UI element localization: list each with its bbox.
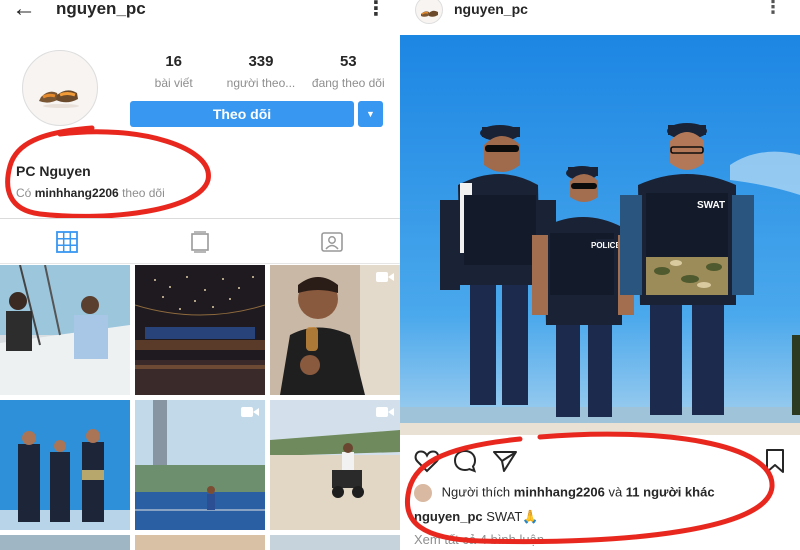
back-arrow-icon[interactable]: ← [12, 0, 36, 21]
grid-post-partial-2[interactable] [135, 535, 265, 550]
follow-button[interactable]: Theo dõi [130, 101, 354, 127]
likes-and: và [608, 484, 623, 500]
likes-prefix: Người thích [441, 484, 511, 500]
grid-post-swat[interactable] [0, 400, 130, 530]
profile-full-name: PC Nguyen [16, 163, 91, 179]
grid-post-partial-1[interactable] [0, 535, 130, 550]
likes-others[interactable]: 11 người khác [626, 484, 715, 499]
share-icon[interactable] [492, 448, 518, 474]
profile-avatar[interactable] [22, 50, 98, 126]
post-caption: nguyen_pc SWAT🙏 [414, 509, 539, 525]
posts-label: bài viết [154, 76, 193, 90]
swat-badge-text: SWAT [697, 200, 725, 211]
video-icon [376, 407, 394, 417]
video-icon [376, 272, 394, 282]
post-screen: nguyen_pc ⋮ POLICE SWAT Người thích minh… [400, 0, 800, 550]
followed-by-text: Có minhhang2206 theo dõi [16, 186, 165, 200]
followers-label: người theo... [226, 76, 296, 90]
liker-avatar[interactable] [414, 484, 432, 502]
grid-post-partial-3[interactable] [270, 535, 400, 550]
post-photo[interactable]: POLICE SWAT [400, 35, 800, 435]
police-badge-text: POLICE [591, 241, 621, 250]
followers-count: 339 [248, 53, 274, 70]
followed-by-suffix: theo dõi [122, 186, 165, 200]
following-label: đang theo dõi [311, 76, 385, 90]
profile-header: ← nguyen_pc ⋮ [0, 0, 400, 22]
follow-dropdown-button[interactable]: ▼ [358, 101, 383, 127]
comment-icon[interactable] [452, 448, 478, 474]
tagged-icon[interactable] [320, 231, 344, 253]
followed-by-prefix: Có [16, 186, 32, 200]
likes-summary: Người thích minhhang2206 và 11 người khá… [414, 484, 715, 502]
following-count: 53 [339, 53, 357, 70]
stat-followers[interactable]: 339 người theo... [217, 53, 304, 90]
grid-post-drink[interactable] [270, 265, 400, 395]
caption-user[interactable]: nguyen_pc [414, 509, 483, 524]
profile-username: nguyen_pc [56, 0, 146, 18]
grid-icon[interactable] [55, 231, 79, 253]
grid-post-tennis[interactable] [135, 400, 265, 530]
grid-post-atv[interactable] [270, 400, 400, 530]
caption-text: SWAT🙏 [486, 509, 539, 524]
profile-screen: ← nguyen_pc ⋮ 16 bài viết 339 người theo… [0, 0, 400, 550]
video-icon [241, 407, 259, 417]
post-username[interactable]: nguyen_pc [454, 1, 528, 17]
feed-icon[interactable] [188, 231, 212, 253]
stat-following[interactable]: 53 đang theo dõi [305, 53, 392, 90]
bookmark-icon[interactable] [762, 448, 788, 474]
heart-icon[interactable] [414, 448, 440, 474]
more-options-icon[interactable]: ⋮ [764, 0, 782, 18]
chevron-down-icon: ▼ [366, 109, 375, 119]
profile-stats: 16 bài viết 339 người theo... 53 đang th… [130, 53, 392, 90]
more-options-icon[interactable]: ⋮ [366, 0, 386, 21]
post-avatar[interactable] [415, 0, 443, 24]
view-all-comments-link[interactable]: Xem tất cả 4 bình luận [414, 532, 544, 547]
avatar-shoes-illustration [39, 90, 79, 108]
grid-post-venue[interactable] [135, 265, 265, 395]
posts-count: 16 [165, 53, 182, 70]
profile-tabs [0, 218, 400, 264]
followed-by-user[interactable]: minhhang2206 [35, 186, 119, 200]
grid-post-boat[interactable] [0, 265, 130, 395]
likes-user[interactable]: minhhang2206 [514, 484, 605, 499]
stat-posts[interactable]: 16 bài viết [130, 53, 217, 90]
